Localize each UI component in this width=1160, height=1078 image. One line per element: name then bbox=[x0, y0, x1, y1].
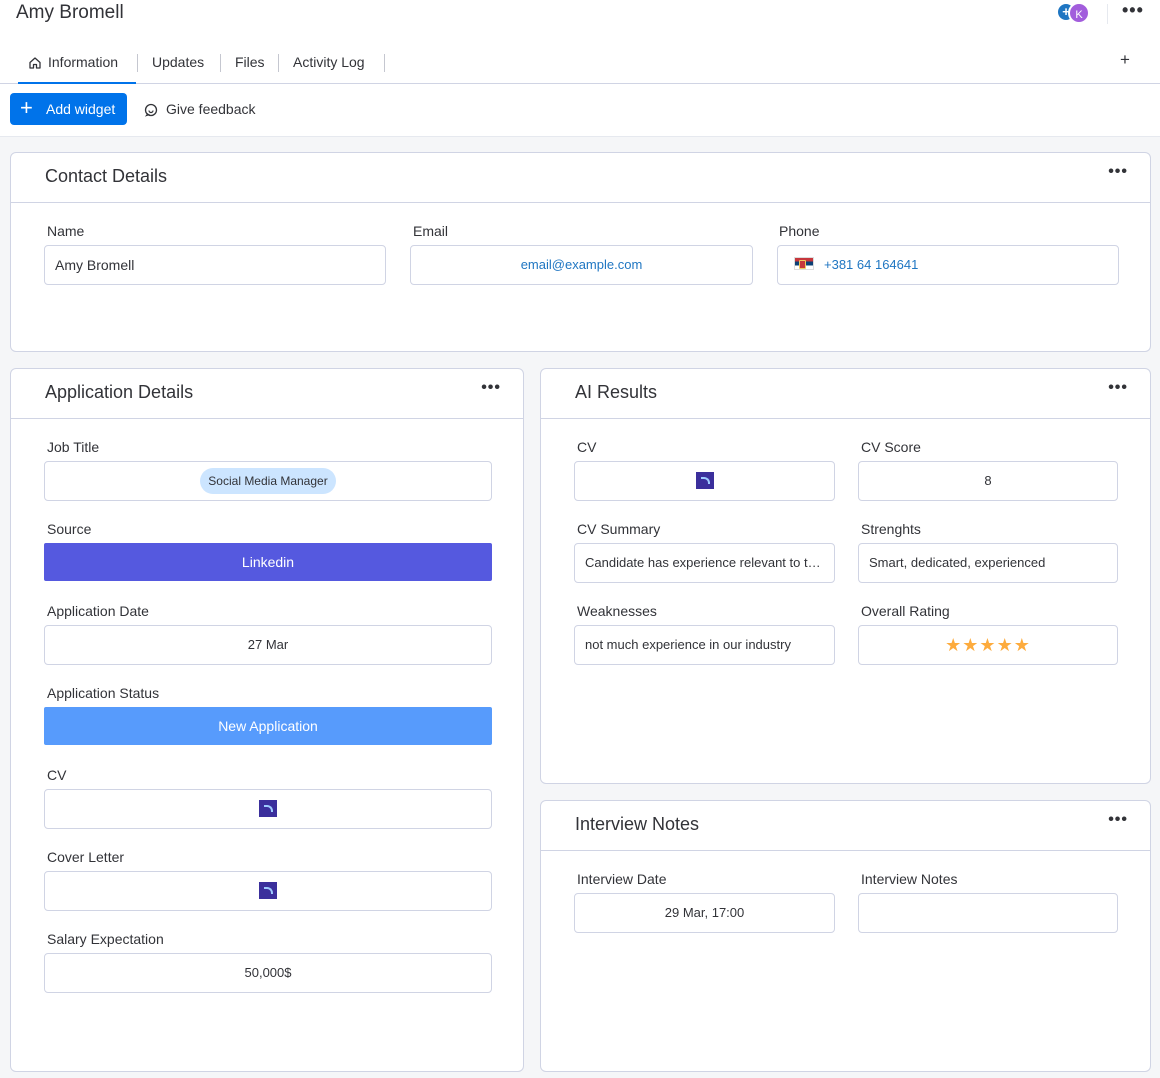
source-status[interactable]: Linkedin bbox=[44, 543, 492, 581]
rating-stars[interactable]: ★★★★★ bbox=[945, 635, 1031, 655]
overall-rating-field[interactable]: ★★★★★ bbox=[858, 625, 1118, 665]
cv-summary-field[interactable]: Candidate has experience relevant to the… bbox=[574, 543, 835, 583]
interview-date-label: Interview Date bbox=[577, 871, 667, 887]
feedback-icon bbox=[144, 104, 158, 117]
source-label: Source bbox=[47, 521, 92, 537]
strengths-field[interactable]: Smart, dedicated, experienced bbox=[858, 543, 1118, 583]
tab-files[interactable]: Files bbox=[235, 44, 265, 84]
tab-divider bbox=[278, 54, 279, 72]
contact-details-widget: Contact Details ••• Name Amy Bromell Ema… bbox=[10, 152, 1151, 352]
tab-label: Information bbox=[48, 54, 119, 70]
tab-activity-log[interactable]: Activity Log bbox=[293, 44, 365, 84]
give-feedback-button[interactable]: Give feedback bbox=[144, 101, 256, 117]
application-status-label: Application Status bbox=[47, 685, 160, 701]
name-label: Name bbox=[47, 223, 85, 239]
tab-divider bbox=[220, 54, 221, 72]
add-widget-button[interactable]: + Add widget bbox=[10, 93, 127, 125]
cover-letter-file-field[interactable] bbox=[44, 871, 492, 911]
widget-title: AI Results bbox=[575, 382, 658, 402]
application-details-widget: Application Details ••• Job Title Social… bbox=[10, 368, 524, 1072]
widget-menu-icon[interactable]: ••• bbox=[481, 379, 501, 397]
more-options-icon[interactable]: ••• bbox=[1122, 0, 1144, 21]
job-title-tag: Social Media Manager bbox=[200, 468, 336, 494]
cv-file-field[interactable] bbox=[44, 789, 492, 829]
overall-rating-label: Overall Rating bbox=[861, 603, 950, 619]
widget-title: Contact Details bbox=[45, 166, 168, 186]
tab-bar: Information Updates Files Activity Log + bbox=[0, 44, 1160, 84]
salary-label: Salary Expectation bbox=[47, 931, 164, 947]
name-field[interactable]: Amy Bromell bbox=[44, 245, 386, 285]
tab-divider bbox=[384, 54, 385, 72]
subscribers-avatars[interactable]: + K bbox=[1058, 2, 1094, 24]
widget-header: Interview Notes ••• bbox=[541, 801, 1150, 851]
cv-score-label: CV Score bbox=[861, 439, 921, 455]
phone-label: Phone bbox=[779, 223, 820, 239]
phone-field[interactable]: +381 64 164641 bbox=[777, 245, 1119, 285]
application-status[interactable]: New Application bbox=[44, 707, 492, 745]
tab-divider bbox=[137, 54, 138, 72]
plus-icon: + bbox=[20, 95, 33, 120]
cv-summary-label: CV Summary bbox=[577, 521, 661, 537]
item-header: Amy Bromell + K ••• Information Updates … bbox=[0, 0, 1160, 136]
file-thumbnail-icon[interactable] bbox=[259, 882, 277, 900]
widget-title: Interview Notes bbox=[575, 814, 700, 834]
cover-letter-label: Cover Letter bbox=[47, 849, 125, 865]
widget-menu-icon[interactable]: ••• bbox=[1108, 379, 1128, 397]
tab-information[interactable]: Information bbox=[18, 44, 136, 84]
weaknesses-field[interactable]: not much experience in our industry bbox=[574, 625, 835, 665]
phone-value[interactable]: +381 64 164641 bbox=[824, 257, 918, 272]
widget-header: Contact Details ••• bbox=[11, 153, 1150, 203]
home-icon bbox=[29, 57, 41, 69]
serbia-flag-icon bbox=[794, 257, 814, 271]
give-feedback-label: Give feedback bbox=[166, 101, 256, 117]
file-thumbnail-icon[interactable] bbox=[259, 800, 277, 818]
interview-notes-label: Interview Notes bbox=[861, 871, 958, 887]
file-thumbnail-icon[interactable] bbox=[695, 472, 714, 490]
tab-updates[interactable]: Updates bbox=[152, 44, 204, 84]
widget-menu-icon[interactable]: ••• bbox=[1108, 163, 1128, 181]
weaknesses-label: Weaknesses bbox=[577, 603, 657, 619]
job-title-label: Job Title bbox=[47, 439, 100, 455]
widget-header: Application Details ••• bbox=[11, 369, 523, 419]
email-label: Email bbox=[413, 223, 449, 239]
salary-field[interactable]: 50,000$ bbox=[44, 953, 492, 993]
add-view-button[interactable]: + bbox=[1120, 50, 1130, 70]
job-title-field[interactable]: Social Media Manager bbox=[44, 461, 492, 501]
widget-title: Application Details bbox=[45, 382, 194, 402]
avatar[interactable]: K bbox=[1068, 2, 1090, 24]
interview-notes-field[interactable] bbox=[858, 893, 1118, 933]
cv-score-field[interactable]: 8 bbox=[858, 461, 1118, 501]
widget-menu-icon[interactable]: ••• bbox=[1108, 811, 1128, 829]
application-date-label: Application Date bbox=[47, 603, 149, 619]
cv-label: CV bbox=[47, 767, 67, 783]
strengths-label: Strenghts bbox=[861, 521, 921, 537]
page-title: Amy Bromell bbox=[16, 2, 124, 23]
ai-results-widget: AI Results ••• CV CV Score 8 CV Summary … bbox=[540, 368, 1151, 784]
email-field[interactable]: email@example.com bbox=[410, 245, 753, 285]
add-widget-label: Add widget bbox=[46, 101, 116, 117]
ai-cv-file-field[interactable] bbox=[574, 461, 835, 501]
widget-header: AI Results ••• bbox=[541, 369, 1150, 419]
divider bbox=[1107, 4, 1108, 24]
interview-notes-widget: Interview Notes ••• Interview Date 29 Ma… bbox=[540, 800, 1151, 1072]
interview-date-field[interactable]: 29 Mar, 17:00 bbox=[574, 893, 835, 933]
application-date-field[interactable]: 27 Mar bbox=[44, 625, 492, 665]
ai-cv-label: CV bbox=[577, 439, 597, 455]
